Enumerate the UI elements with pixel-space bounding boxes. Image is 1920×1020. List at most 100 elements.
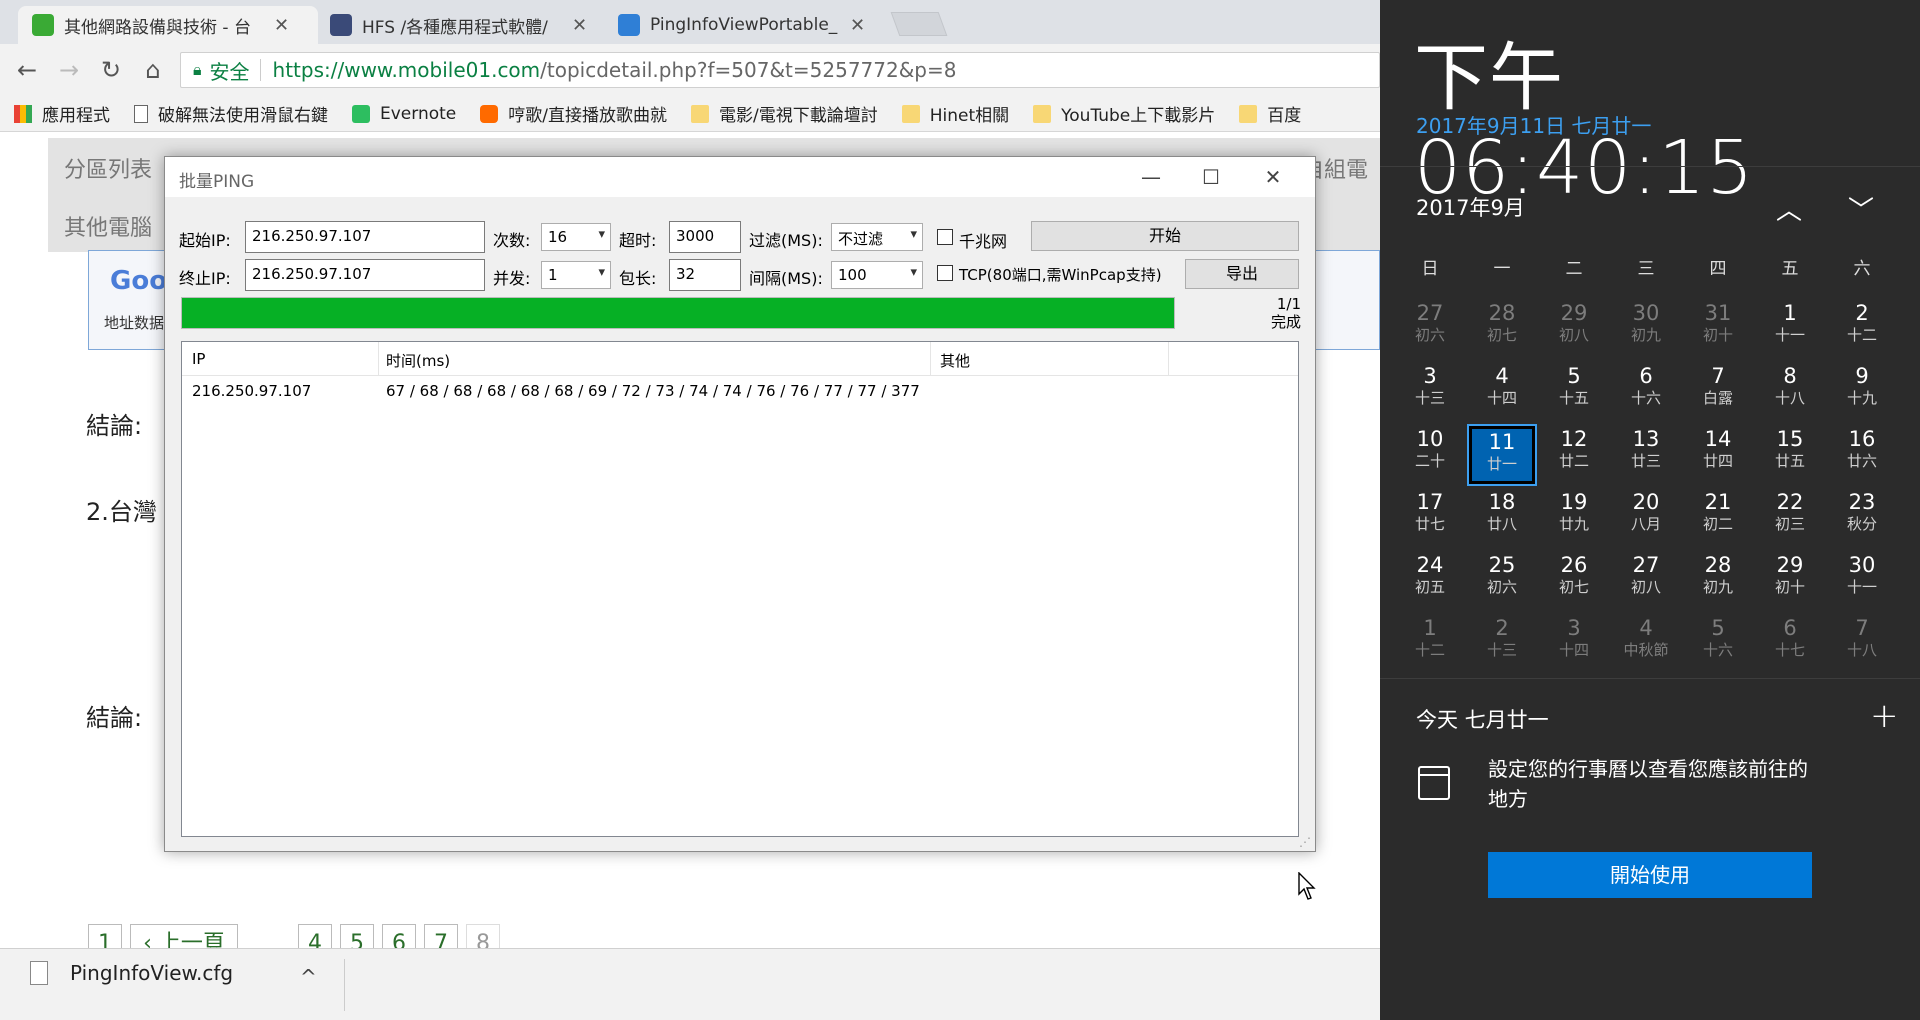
calendar-day[interactable]: 6 十七 xyxy=(1757,615,1823,673)
tab-pinginfoview[interactable]: PingInfoViewPortable_ ✕ xyxy=(604,6,884,44)
bookmark-folder[interactable]: 百度 xyxy=(1239,101,1301,126)
new-tab-button[interactable] xyxy=(890,12,948,36)
calendar-day[interactable]: 5 十六 xyxy=(1685,615,1751,673)
tab-close-icon[interactable]: ✕ xyxy=(572,15,587,36)
table-row-ip[interactable]: 216.250.97.107 xyxy=(192,382,311,400)
calendar-day[interactable]: 28 初七 xyxy=(1469,300,1535,358)
calendar-day[interactable]: 26 初七 xyxy=(1541,552,1607,610)
gigabit-checkbox[interactable] xyxy=(937,229,953,245)
calendar-day[interactable]: 31 初十 xyxy=(1685,300,1751,358)
get-started-button[interactable]: 開始使用 xyxy=(1488,852,1812,898)
filter-select[interactable]: 不过滤 ▾ xyxy=(831,223,923,251)
bookmark-item[interactable]: 哼歌/直接播放歌曲就 xyxy=(480,101,667,126)
tab-close-icon[interactable]: ✕ xyxy=(850,15,865,36)
calendar-day[interactable]: 14 廿四 xyxy=(1685,426,1751,484)
calendar-day[interactable]: 2 十二 xyxy=(1829,300,1895,358)
calendar-day[interactable]: 22 初三 xyxy=(1757,489,1823,547)
calendar-day[interactable]: 29 初十 xyxy=(1757,552,1823,610)
table-row-times[interactable]: 67 / 68 / 68 / 68 / 68 / 68 / 69 / 72 / … xyxy=(386,382,920,400)
calendar-day[interactable]: 5 十五 xyxy=(1541,363,1607,421)
calendar-day[interactable]: 25 初六 xyxy=(1469,552,1535,610)
chevron-up-icon[interactable]: ^ xyxy=(300,965,317,989)
back-arrow-icon[interactable]: ← xyxy=(12,56,42,84)
calendar-day[interactable]: 18 廿八 xyxy=(1469,489,1535,547)
calendar-day[interactable]: 13 廿三 xyxy=(1613,426,1679,484)
bookmark-folder[interactable]: 電影/電視下載論壇討 xyxy=(691,101,878,126)
calendar-day[interactable]: 17 廿七 xyxy=(1397,489,1463,547)
calendar-day[interactable]: 2 十三 xyxy=(1469,615,1535,673)
export-button[interactable]: 导出 xyxy=(1185,259,1299,289)
calendar-day[interactable]: 15 廿五 xyxy=(1757,426,1823,484)
lunar-date: 十一 xyxy=(1774,326,1805,344)
calendar-day[interactable]: 27 初六 xyxy=(1397,300,1463,358)
calendar-day[interactable]: 4 中秋節 xyxy=(1613,615,1679,673)
bookmark-item[interactable]: 破解無法使用滑鼠右鍵 xyxy=(134,101,328,126)
calendar-day[interactable]: 29 初八 xyxy=(1541,300,1607,358)
interval-select[interactable]: 100 ▾ xyxy=(831,261,923,289)
packet-size-input[interactable]: 32 xyxy=(669,259,741,291)
calendar-day[interactable]: 19 廿九 xyxy=(1541,489,1607,547)
resize-grip-icon[interactable]: ⋰ xyxy=(1299,835,1311,849)
calendar-day[interactable]: 24 初五 xyxy=(1397,552,1463,610)
calendar-day[interactable]: 10 二十 xyxy=(1397,426,1463,484)
calendar-day[interactable]: 30 初九 xyxy=(1613,300,1679,358)
folder-icon xyxy=(901,104,920,123)
tab-mobile01[interactable]: 其他網路設備與技術 - 台 ✕ xyxy=(18,6,318,44)
download-item[interactable]: PingInfoView.cfg xyxy=(30,961,233,985)
calendar-day[interactable]: 7 白露 xyxy=(1685,363,1751,421)
start-ip-input[interactable]: 216.250.97.107 xyxy=(245,221,485,253)
calendar-day[interactable]: 4 十四 xyxy=(1469,363,1535,421)
calendar-day[interactable]: 27 初八 xyxy=(1613,552,1679,610)
agenda-message: 設定您的行事曆以查看您應該前往的地方 xyxy=(1488,757,1808,811)
reload-icon[interactable]: ↻ xyxy=(96,56,126,84)
calendar-day[interactable]: 3 十三 xyxy=(1397,363,1463,421)
column-header-ip[interactable]: IP xyxy=(192,350,205,368)
calendar-day[interactable]: 3 十四 xyxy=(1541,615,1607,673)
home-icon[interactable]: ⌂ xyxy=(138,56,168,84)
menu-item[interactable]: 其他電腦 xyxy=(64,210,152,242)
calendar-day[interactable]: 7 十八 xyxy=(1829,615,1895,673)
menu-item[interactable]: 分區列表 xyxy=(64,152,152,184)
tab-hfs[interactable]: HFS /各種應用程式軟體/ ✕ xyxy=(316,6,606,44)
calendar-day[interactable]: 12 廿二 xyxy=(1541,426,1607,484)
chevron-down-icon[interactable]: ﹀ xyxy=(1848,190,1874,227)
results-list[interactable]: IP 时间(ms) 其他 216.250.97.107 67 / 68 / 68… xyxy=(181,341,1299,837)
month-title[interactable]: 2017年9月 xyxy=(1416,192,1525,222)
calendar-day[interactable]: 20 八月 xyxy=(1613,489,1679,547)
calendar-day[interactable]: 9 十九 xyxy=(1829,363,1895,421)
calendar-day[interactable]: 1 十二 xyxy=(1397,615,1463,673)
chevron-up-icon[interactable]: ︿ xyxy=(1776,190,1802,227)
add-event-icon[interactable]: + xyxy=(1870,696,1899,736)
calendar-day-today[interactable]: 11 廿一 xyxy=(1467,424,1537,486)
timeout-input[interactable]: 3000 xyxy=(669,221,741,253)
calendar-day[interactable]: 23 秋分 xyxy=(1829,489,1895,547)
calendar-day[interactable]: 8 十八 xyxy=(1757,363,1823,421)
dialog-titlebar[interactable]: 批量PING — ☐ ✕ xyxy=(165,157,1315,197)
concurrent-select[interactable]: 1 ▾ xyxy=(541,261,611,289)
calendar-day[interactable]: 21 初二 xyxy=(1685,489,1751,547)
bookmark-apps[interactable]: 應用程式 xyxy=(14,101,110,126)
address-bar[interactable]: 🔒︎ 安全 https://www.mobile01.com /topicdet… xyxy=(180,52,1380,88)
lunar-date: 初二 xyxy=(1702,515,1733,533)
calendar-day[interactable]: 30 十一 xyxy=(1829,552,1895,610)
forward-arrow-icon[interactable]: → xyxy=(54,56,84,84)
column-header-other[interactable]: 其他 xyxy=(940,350,970,371)
count-select[interactable]: 16 ▾ xyxy=(541,223,611,251)
bookmark-item[interactable]: Evernote xyxy=(352,104,456,124)
start-button[interactable]: 开始 xyxy=(1031,221,1299,251)
close-icon[interactable]: ✕ xyxy=(1253,161,1293,193)
minimize-icon[interactable]: — xyxy=(1131,161,1171,193)
bookmark-folder[interactable]: Hinet相關 xyxy=(901,101,1009,126)
calendar-day[interactable]: 28 初九 xyxy=(1685,552,1751,610)
date-link[interactable]: 2017年9月11日 七月廿一 xyxy=(1416,110,1651,139)
calendar-day[interactable]: 6 十六 xyxy=(1613,363,1679,421)
calendar-day[interactable]: 16 廿六 xyxy=(1829,426,1895,484)
bookmark-folder[interactable]: YouTube上下載影片 xyxy=(1033,101,1215,126)
tcp-checkbox[interactable] xyxy=(937,265,953,281)
lunar-date: 廿七 xyxy=(1414,515,1445,533)
column-header-time[interactable]: 时间(ms) xyxy=(386,350,450,371)
end-ip-input[interactable]: 216.250.97.107 xyxy=(245,259,485,291)
tab-close-icon[interactable]: ✕ xyxy=(274,15,289,36)
calendar-day[interactable]: 1 十一 xyxy=(1757,300,1823,358)
maximize-icon[interactable]: ☐ xyxy=(1191,161,1231,193)
